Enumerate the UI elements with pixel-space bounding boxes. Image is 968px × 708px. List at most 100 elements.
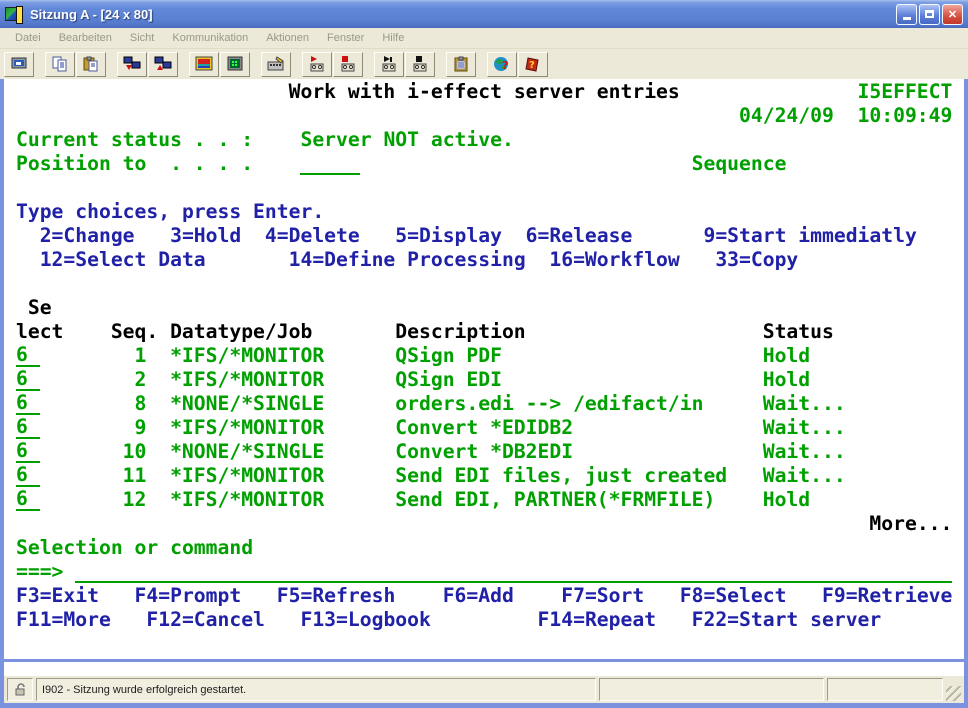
send-file-button[interactable] [117, 52, 147, 77]
play-macro-button[interactable] [374, 52, 404, 77]
row-seq: 10 [99, 440, 146, 464]
status-bar: I902 - Sitzung wurde erfolgreich gestart… [4, 676, 964, 703]
row-seq: 1 [99, 344, 146, 368]
select-input[interactable]: 6 [16, 488, 40, 511]
row-status: Hold [763, 368, 810, 392]
row-datatype: *IFS/*MONITOR [170, 344, 324, 368]
row-datatype: *IFS/*MONITOR [170, 368, 324, 392]
web-support-button[interactable]: ? [487, 52, 517, 77]
menu-datei[interactable]: Datei [6, 30, 50, 46]
select-input[interactable]: 6 [16, 368, 40, 391]
select-input[interactable]: 6 [16, 344, 40, 367]
send-file-to-host-icon [123, 56, 141, 72]
pause-macro-button[interactable] [405, 52, 435, 77]
position-to-input[interactable] [300, 152, 359, 175]
copy-button[interactable] [45, 52, 75, 77]
position-to-label: Position to . . . . [16, 152, 253, 176]
help-button[interactable]: ? [518, 52, 548, 77]
current-status-label: Current status . . : [16, 128, 253, 152]
row-description: QSign EDI [395, 368, 502, 392]
row-description: Send EDI files, just created [395, 464, 727, 488]
play-macro-icon [380, 56, 398, 72]
column-header-se: Se [28, 296, 52, 320]
row-description: Send EDI, PARTNER(*FRMFILE) [395, 488, 715, 512]
maximize-button[interactable] [919, 4, 940, 25]
row-description: orders.edi --> /edifact/in [395, 392, 703, 416]
print-screen-button[interactable] [4, 52, 34, 77]
row-seq: 11 [99, 464, 146, 488]
menu-sicht[interactable]: Sicht [121, 30, 163, 46]
more-indicator: More... [869, 512, 952, 536]
current-status-value: Server NOT active. [300, 128, 513, 152]
svg-text:?: ? [529, 60, 535, 71]
copy-icon [51, 56, 69, 72]
keyboard-setup-button[interactable] [261, 52, 291, 77]
select-input[interactable]: 6 [16, 416, 40, 439]
menu-kommunikation[interactable]: Kommunikation [163, 30, 257, 46]
web-support-icon: ? [493, 56, 511, 72]
receive-file-button[interactable] [148, 52, 178, 77]
display-sessions-icon [226, 56, 244, 72]
row-status: Hold [763, 344, 810, 368]
row-seq: 2 [99, 368, 146, 392]
toolbar: ? ? [0, 49, 968, 79]
menu-hilfe[interactable]: Hilfe [373, 30, 413, 46]
row-datatype: *IFS/*MONITOR [170, 464, 324, 488]
column-header-description: Description [395, 320, 525, 344]
column-header-seq: Seq. [111, 320, 158, 344]
select-input[interactable]: 6 [16, 392, 40, 415]
clipboard-button[interactable] [446, 52, 476, 77]
frame-gap [4, 662, 964, 676]
maximize-icon [925, 10, 934, 18]
resize-grip[interactable] [946, 686, 961, 701]
column-header-datatype: Datatype/Job [170, 320, 312, 344]
close-icon: ✕ [948, 8, 957, 21]
screen-date: 04/24/09 [739, 104, 834, 128]
row-description: QSign PDF [395, 344, 502, 368]
command-prompt: ===> [16, 560, 63, 584]
display-sessions-button[interactable] [220, 52, 250, 77]
row-datatype: *IFS/*MONITOR [170, 488, 324, 512]
application-window: Sitzung A - [24 x 80] ✕ Datei Bearbeiten… [0, 0, 968, 704]
menu-bearbeiten[interactable]: Bearbeiten [50, 30, 121, 46]
minimize-icon [903, 17, 911, 20]
row-status: Wait... [763, 392, 846, 416]
row-datatype: *NONE/*SINGLE [170, 440, 324, 464]
keyboard-setup-icon [267, 56, 285, 72]
program-name: I5EFFECT [858, 80, 953, 104]
instruction-line: Type choices, press Enter. [16, 200, 324, 224]
stop-macro-icon [339, 56, 357, 72]
row-description: Convert *EDIDB2 [395, 416, 573, 440]
minimize-button[interactable] [896, 4, 917, 25]
row-status: Hold [763, 488, 810, 512]
record-macro-icon [308, 56, 326, 72]
row-datatype: *IFS/*MONITOR [170, 416, 324, 440]
menu-fenster[interactable]: Fenster [318, 30, 373, 46]
row-status: Wait... [763, 416, 846, 440]
column-header-lect: lect [16, 320, 63, 344]
status-message: I902 - Sitzung wurde erfolgreich gestart… [36, 678, 596, 701]
fkeys-line-1: F3=Exit F4=Prompt F5=Refresh F6=Add F7=S… [16, 584, 952, 608]
record-macro-button[interactable] [302, 52, 332, 77]
close-button[interactable]: ✕ [942, 4, 963, 25]
status-panel-3 [827, 678, 943, 701]
app-icon[interactable] [5, 6, 25, 23]
terminal-screen[interactable]: Work with i-effect server entries I5EFFE… [4, 79, 964, 662]
command-input[interactable] [75, 560, 952, 583]
row-status: Wait... [763, 440, 846, 464]
status-panel-2 [599, 678, 824, 701]
display-setup-button[interactable] [189, 52, 219, 77]
display-setup-icon [195, 56, 213, 72]
stop-macro-button[interactable] [333, 52, 363, 77]
select-input[interactable]: 6 [16, 464, 40, 487]
menu-aktionen[interactable]: Aktionen [257, 30, 318, 46]
select-input[interactable]: 6 [16, 440, 40, 463]
unlocked-padlock-icon [14, 683, 27, 696]
options-line-1: 2=Change 3=Hold 4=Delete 5=Display 6=Rel… [40, 224, 917, 248]
help-icon: ? [524, 56, 542, 72]
sequence-label: Sequence [692, 152, 787, 176]
paste-button[interactable] [76, 52, 106, 77]
row-seq: 8 [99, 392, 146, 416]
clipboard-icon [452, 56, 470, 72]
receive-file-from-host-icon [154, 56, 172, 72]
